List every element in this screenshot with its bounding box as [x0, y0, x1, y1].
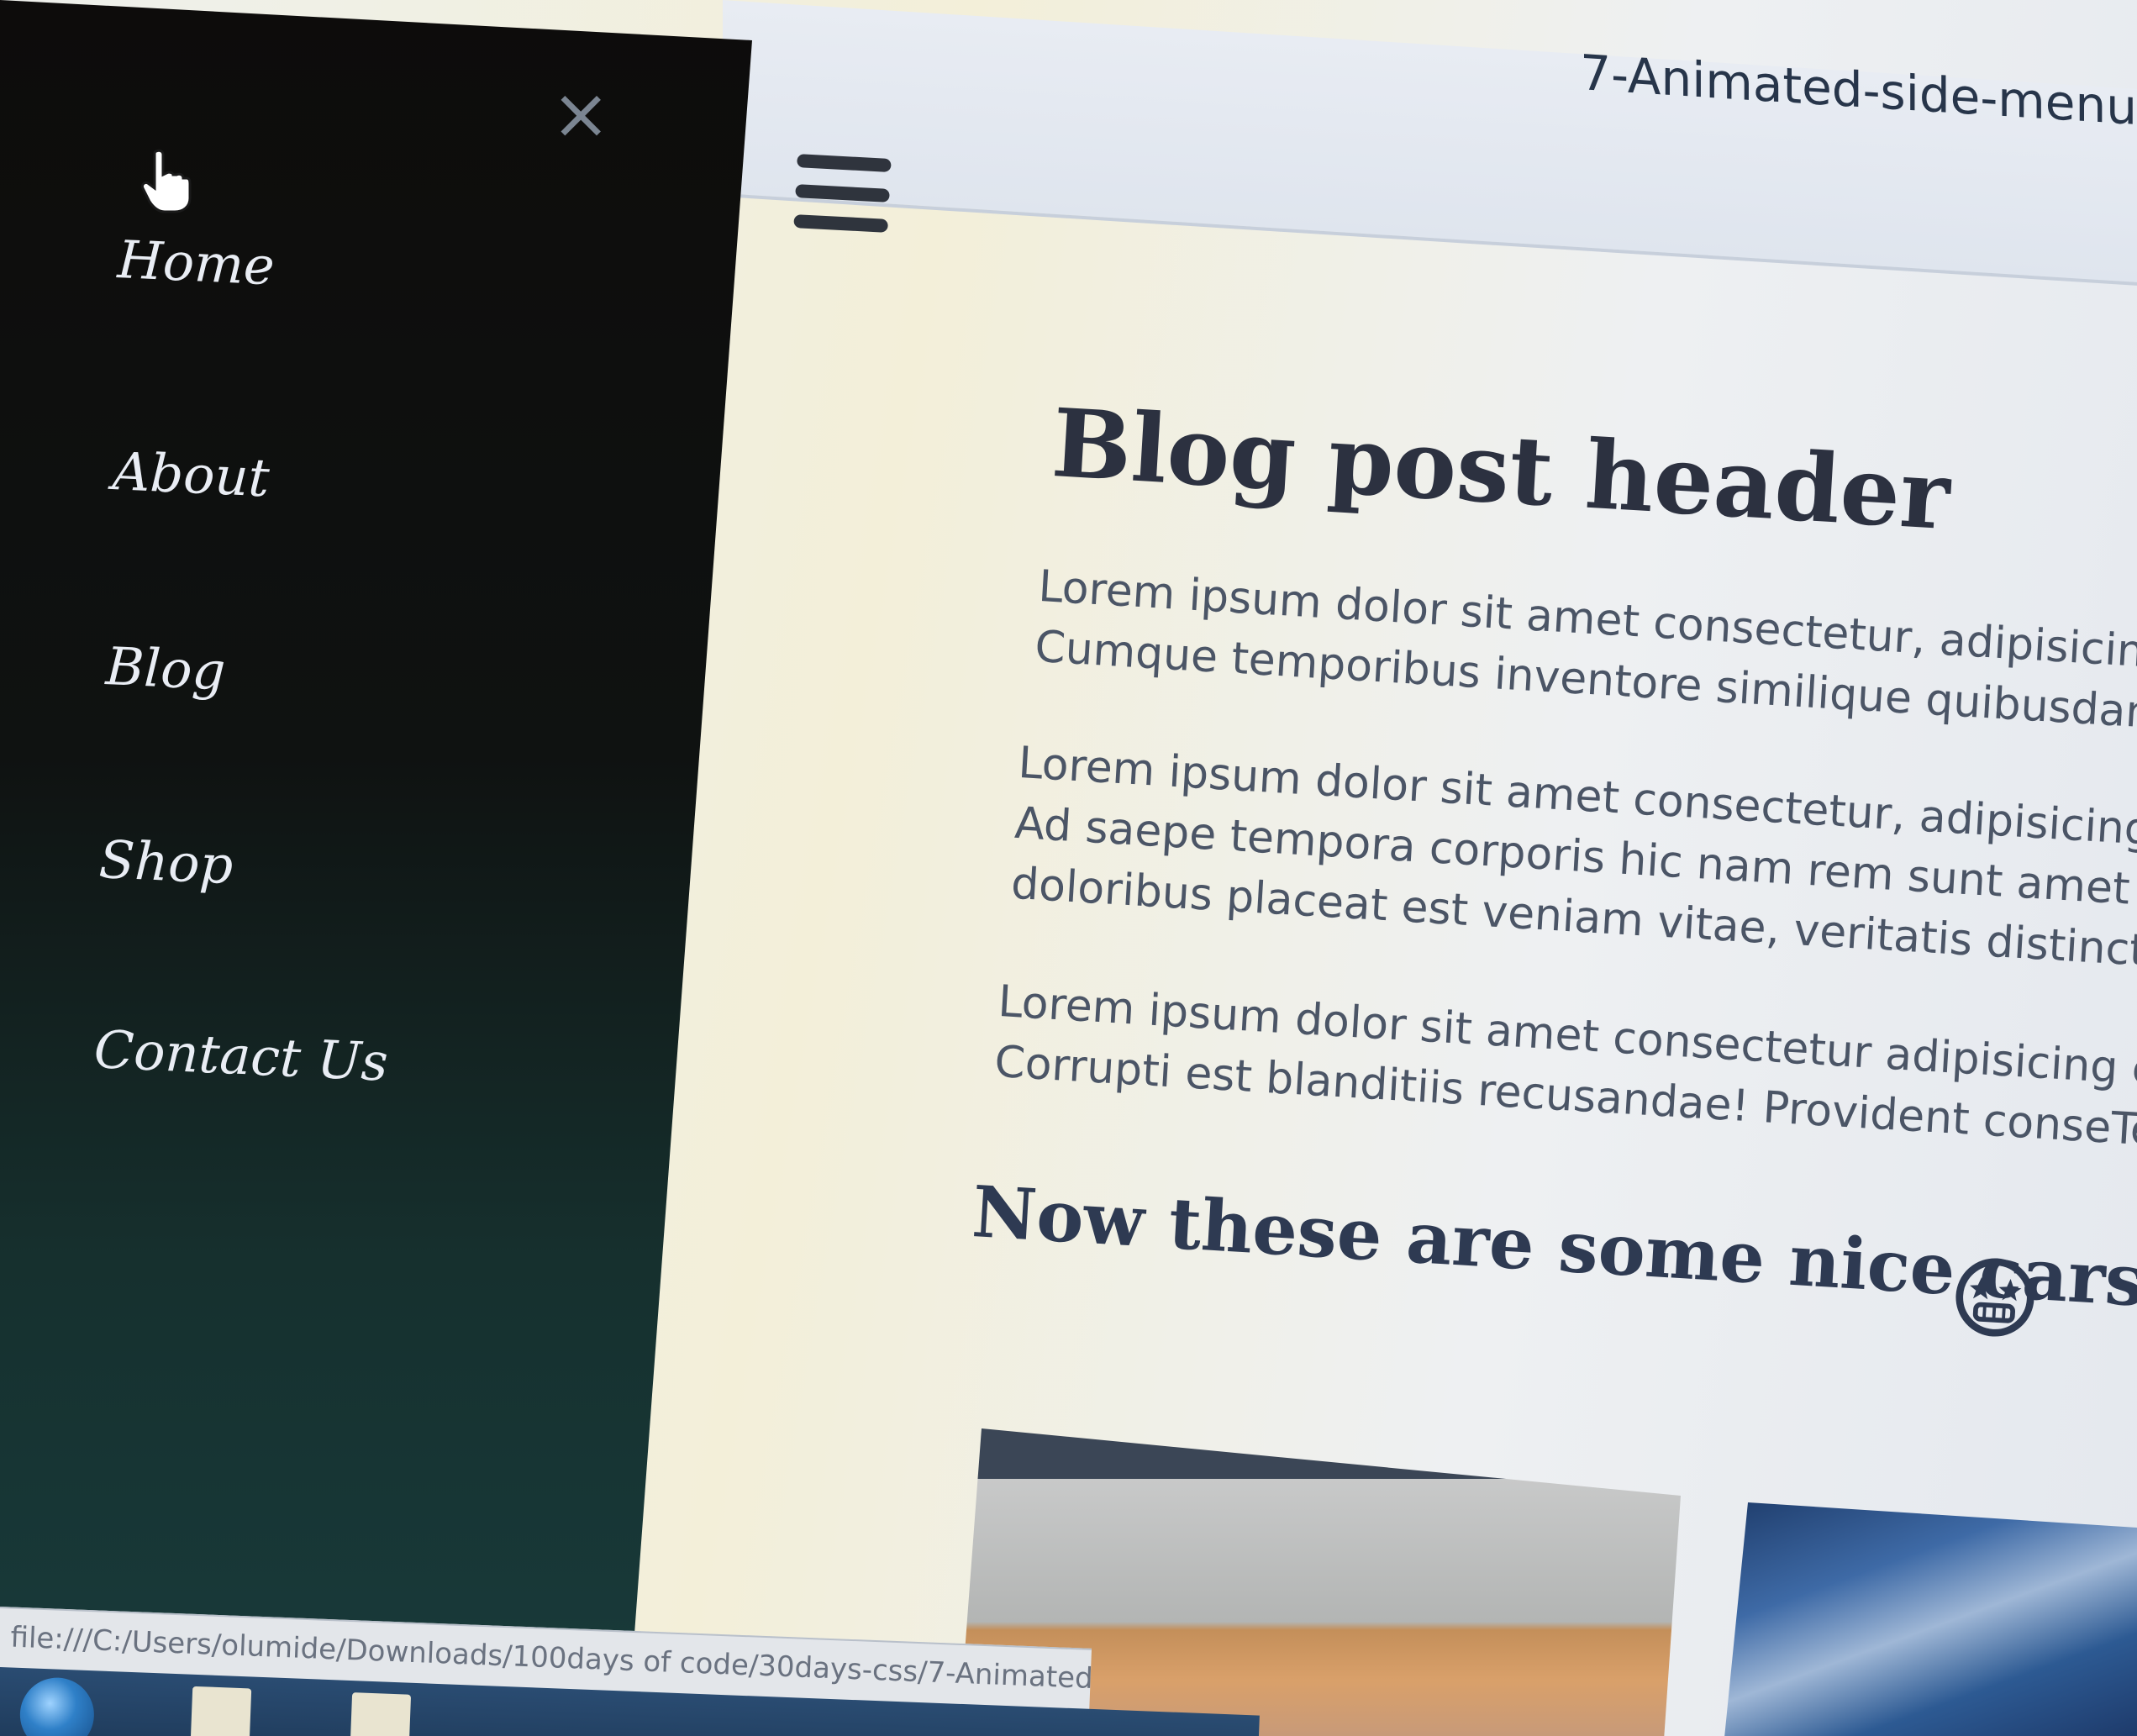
sidebar-item-about[interactable]: About — [111, 440, 271, 508]
post-title: Blog post header — [1049, 388, 1953, 552]
sidebar-item-home[interactable]: Home — [116, 229, 276, 297]
paragraph-3: Lorem ipsum dolor sit amet consectetur a… — [992, 971, 2137, 1170]
paragraph-1: Lorem ipsum dolor sit amet consectetur, … — [1033, 556, 2137, 750]
star-struck-emoji-icon — [1955, 1258, 2034, 1337]
sidebar-item-contact-us[interactable]: Contact Us — [92, 1018, 389, 1093]
hand-cursor-icon — [141, 149, 192, 213]
side-menu: × Home About Blog Shop Contact Us — [0, 0, 752, 1668]
close-icon[interactable]: × — [551, 78, 610, 149]
car-photo-2 — [1723, 1502, 2137, 1736]
sidebar-item-shop[interactable]: Shop — [97, 829, 234, 896]
screen: 7-Animated-side-menu Blog post header Lo… — [0, 0, 2137, 1736]
hamburger-menu-icon[interactable] — [792, 154, 892, 250]
paragraph-2: Lorem ipsum dolor sit amet consectetur, … — [1009, 733, 2137, 990]
sidebar-item-blog[interactable]: Blog — [104, 635, 227, 702]
document-icon[interactable] — [350, 1692, 412, 1736]
file-explorer-icon[interactable] — [190, 1686, 252, 1736]
start-button-icon[interactable] — [18, 1676, 96, 1736]
